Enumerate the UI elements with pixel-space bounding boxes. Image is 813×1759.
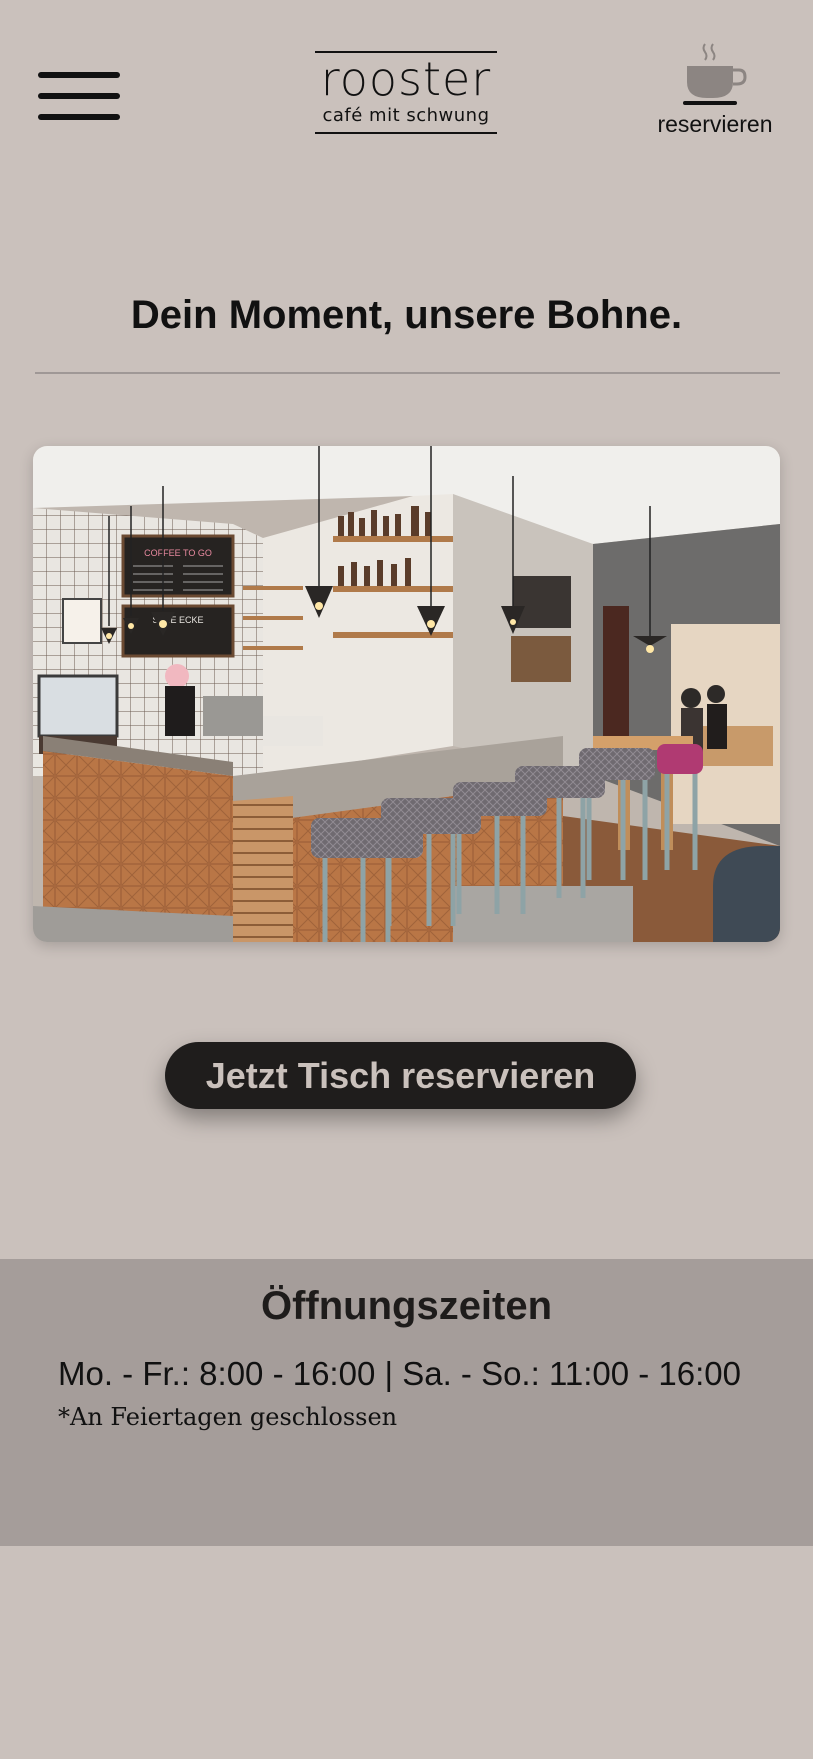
logo-tagline: café mit schwung — [322, 105, 490, 126]
opening-hours-title: Öffnungszeiten — [260, 1284, 553, 1328]
logo-rule-bottom — [315, 132, 497, 134]
coffee-cup-icon — [683, 43, 747, 105]
menu-board-text: COFFEE TO GO — [144, 548, 212, 558]
header-reserve-link[interactable]: reservieren — [645, 40, 785, 140]
page-headline: Dein Moment, unsere Bohne. — [130, 293, 683, 337]
holiday-note: *An Feiertagen geschlossen — [58, 1403, 398, 1431]
opening-hours-section: Öffnungszeiten Mo. - Fr.: 8:00 - 16:00 |… — [0, 1259, 813, 1546]
hero-photo: COFFEE TO GO SÜßE ECKE — [33, 446, 780, 942]
reserve-table-button[interactable]: Jetzt Tisch reservieren — [165, 1042, 636, 1109]
site-header: rooster café mit schwung reservieren — [0, 0, 813, 150]
reserve-label: reservieren — [657, 111, 773, 137]
logo-name: rooster — [320, 52, 492, 106]
menu-bar — [38, 72, 120, 78]
site-logo[interactable]: rooster café mit schwung — [315, 51, 497, 135]
cafe-interior-photo: COFFEE TO GO SÜßE ECKE — [33, 446, 780, 942]
opening-hours-text: Mo. - Fr.: 8:00 - 16:00 | Sa. - So.: 11:… — [58, 1355, 741, 1392]
hamburger-menu-icon[interactable] — [38, 70, 120, 126]
menu-bar — [38, 114, 120, 120]
menu-bar — [38, 93, 120, 99]
headline-divider — [35, 372, 780, 374]
